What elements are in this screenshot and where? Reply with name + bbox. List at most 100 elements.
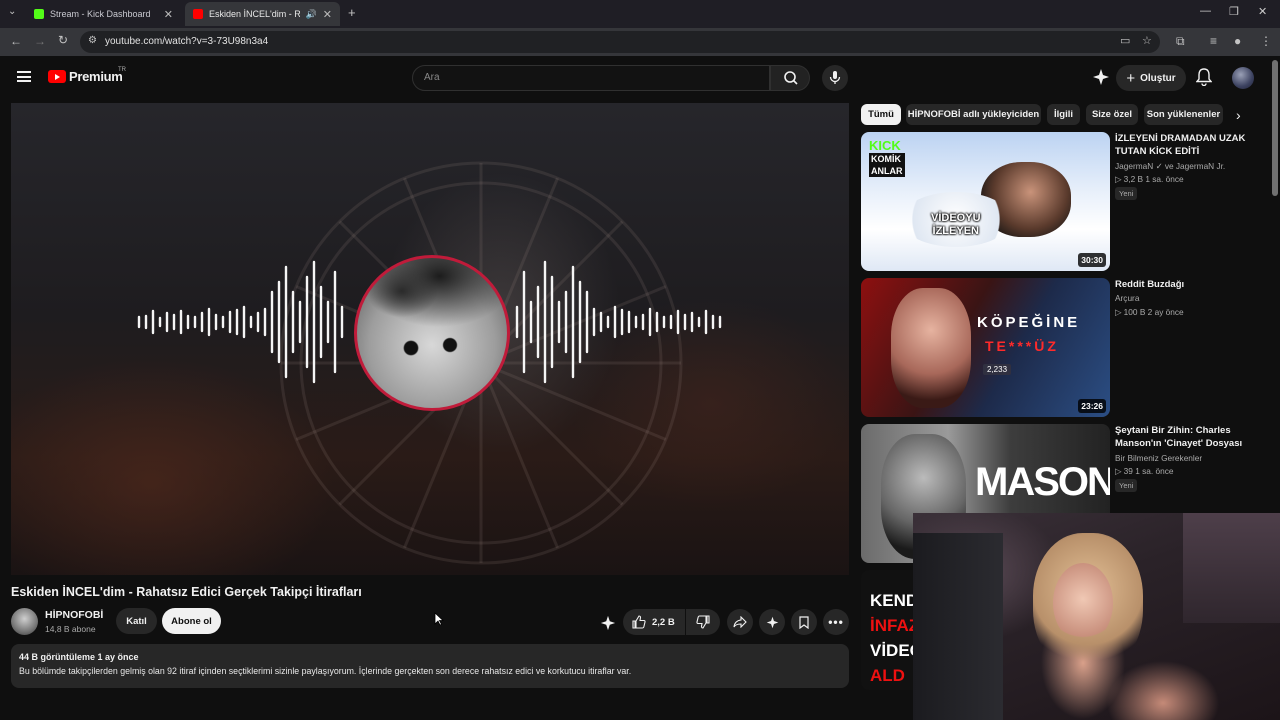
duration-badge: 30:30 <box>1078 253 1106 267</box>
views-and-date: 44 B görüntüleme 1 ay önce <box>19 652 139 662</box>
thumb-person <box>891 288 971 408</box>
description-box[interactable]: 44 B görüntüleme 1 ay önce Bu bölümde ta… <box>11 644 849 688</box>
mouse-cursor-icon <box>434 612 444 626</box>
chip-related[interactable]: İlgili <box>1047 104 1080 125</box>
window-close-icon[interactable]: ✕ <box>1258 5 1267 18</box>
browser-toolbar: ← → ↻ ⚙ youtube.com/watch?v=3-73U98n3a4 … <box>0 28 1280 56</box>
tab-close-icon[interactable]: ✕ <box>323 8 332 21</box>
rec-channel[interactable]: Arçura <box>1115 293 1139 303</box>
chevron-right-icon[interactable]: › <box>1236 107 1241 123</box>
forward-icon[interactable]: → <box>34 34 46 48</box>
back-icon[interactable]: ← <box>10 34 22 48</box>
share-button[interactable] <box>727 609 753 635</box>
video-thumbnail[interactable]: KICK KOMİK ANLAR VİDEOYU İZLEYEN 30:30 <box>861 132 1110 271</box>
speaker-icon[interactable]: 🔊 <box>306 9 317 20</box>
duration-badge: 23:26 <box>1078 399 1106 413</box>
rec-channel[interactable]: Bir Bilmeniz Gerekenler <box>1115 453 1202 463</box>
extensions-icon[interactable]: ⧉ <box>1176 34 1185 49</box>
chrome-menu-icon[interactable]: ⋮ <box>1260 34 1272 48</box>
video-title: Eskiden İNCEL'dim - Rahatsız Edici Gerçe… <box>11 585 362 599</box>
youtube-header: Premium TR Ara + Oluştur <box>0 56 1280 100</box>
join-button[interactable]: Katıl <box>116 608 157 634</box>
cast-icon[interactable]: ▭ <box>1120 34 1130 47</box>
tab-kick-dashboard[interactable]: Stream - Kick Dashboard ✕ <box>26 2 181 26</box>
thumb-text: KOMİK <box>869 153 905 165</box>
address-bar[interactable]: ⚙ youtube.com/watch?v=3-73U98n3a4 ▭ ☆ <box>80 31 1160 53</box>
thumb-caption: VİDEOYU İZLEYEN <box>931 212 981 238</box>
chip-from-uploader[interactable]: HİPNOFOBİ adlı yükleyiciden <box>906 104 1041 125</box>
like-button[interactable]: 2,2 B <box>623 609 685 635</box>
user-avatar[interactable] <box>1232 67 1254 89</box>
profile-icon[interactable]: ● <box>1234 34 1241 48</box>
save-button[interactable] <box>791 609 817 635</box>
search-input[interactable]: Ara <box>412 65 770 91</box>
reload-icon[interactable]: ↻ <box>58 33 68 47</box>
page-scrollbar[interactable] <box>1272 60 1278 196</box>
channel-avatar[interactable] <box>11 608 38 635</box>
more-actions-button[interactable]: ••• <box>823 609 849 635</box>
search-button[interactable] <box>770 65 810 91</box>
thumb-text: ANLAR <box>869 165 905 177</box>
thumbs-down-icon <box>696 615 710 629</box>
chip-recently-uploaded[interactable]: Son yüklenenler <box>1144 104 1223 125</box>
browser-tab-bar: ⌄ Stream - Kick Dashboard ✕ Eskiden İNCE… <box>0 0 1280 28</box>
chip-for-you[interactable]: Size özel <box>1086 104 1138 125</box>
thumb-label-kick: KICK KOMİK ANLAR <box>869 139 905 177</box>
chip-all[interactable]: Tümü <box>861 104 901 125</box>
maximize-icon[interactable]: ❐ <box>1229 5 1239 18</box>
plus-icon: + <box>1126 69 1136 87</box>
rec-title[interactable]: Şeytani Bir Zihin: Charles Manson'ın 'Ci… <box>1115 424 1260 450</box>
more-horizontal-icon: ••• <box>828 615 844 629</box>
rec-title[interactable]: İZLEYENİ DRAMADAN UZAK TUTAN KİCK EDİTİ <box>1115 132 1260 158</box>
thumb-caption: KEND İNFAZ VİDEO ALD <box>870 588 913 688</box>
rec-meta: ▷ 100 B 2 ay önce <box>1115 307 1184 317</box>
thumb-text: KÖPEĞİNE <box>977 314 1081 331</box>
video-player[interactable] <box>11 103 849 575</box>
ai-sparkle-icon[interactable] <box>1092 68 1110 86</box>
thumb-text: VİDEOYU <box>931 212 981 224</box>
thumb-text: ALD <box>870 666 905 685</box>
tab-youtube-video[interactable]: Eskiden İNCEL'dim - Rahatsız Edici Gerçe… <box>185 2 340 26</box>
subscribe-button[interactable]: Abone ol <box>162 608 221 634</box>
rec-channel[interactable]: JagermaN ✓ ve JagermaN Jr. <box>1115 161 1225 171</box>
webcam-chair <box>913 533 1003 720</box>
thumb-text: VİDEO <box>870 641 913 660</box>
country-code: TR <box>118 67 126 73</box>
bookmark-icon <box>799 615 809 629</box>
video-thumbnail[interactable]: KEND İNFAZ VİDEO ALD <box>861 570 913 690</box>
thumbs-up-icon <box>632 615 646 629</box>
ai-sparkle-icon[interactable] <box>600 615 616 631</box>
notifications-bell-icon[interactable] <box>1196 68 1212 86</box>
bookmark-star-icon[interactable]: ☆ <box>1142 34 1152 47</box>
rec-title[interactable]: Reddit Buzdağı <box>1115 278 1260 291</box>
new-badge: Yeni <box>1115 187 1138 200</box>
video-thumbnail[interactable]: KÖPEĞİNE TE***ÜZ 2,233 23:26 <box>861 278 1110 417</box>
site-info-icon[interactable]: ⚙ <box>88 35 97 46</box>
thumb-text: İNFAZ <box>870 616 913 635</box>
thumb-text: 2,233 <box>983 364 1012 375</box>
media-icon[interactable]: ≡ <box>1210 34 1217 48</box>
share-icon <box>733 616 747 628</box>
dislike-button[interactable] <box>686 609 720 635</box>
description-text: Bu bölümde takipçilerden gelmiş olan 92 … <box>19 666 632 676</box>
youtube-premium-logo[interactable]: Premium <box>48 69 123 84</box>
channel-name[interactable]: HİPNOFOBİ <box>45 609 103 621</box>
rec-meta: ▷ 39 1 sa. önce <box>1115 466 1174 476</box>
tab-title: Stream - Kick Dashboard <box>50 9 151 19</box>
thumb-text: İZLEYEN <box>932 225 979 237</box>
thumb-text: TE***ÜZ <box>985 338 1059 354</box>
rec-meta: ▷ 3,2 B 1 sa. önce <box>1115 174 1184 184</box>
tab-list-icon[interactable]: ⌄ <box>8 6 16 17</box>
tab-close-icon[interactable]: ✕ <box>164 8 173 21</box>
create-button[interactable]: + Oluştur <box>1116 65 1186 91</box>
ask-ai-button[interactable] <box>759 609 785 635</box>
voice-search-button[interactable] <box>822 65 848 91</box>
search-icon <box>784 71 798 85</box>
new-tab-icon[interactable]: + <box>348 5 356 20</box>
hamburger-menu-icon[interactable] <box>17 71 31 82</box>
new-badge: Yeni <box>1115 479 1138 492</box>
microphone-icon <box>829 71 841 84</box>
logo-text: Premium <box>69 69 123 84</box>
minimize-icon[interactable]: — <box>1200 5 1211 17</box>
youtube-favicon-icon <box>193 9 203 19</box>
